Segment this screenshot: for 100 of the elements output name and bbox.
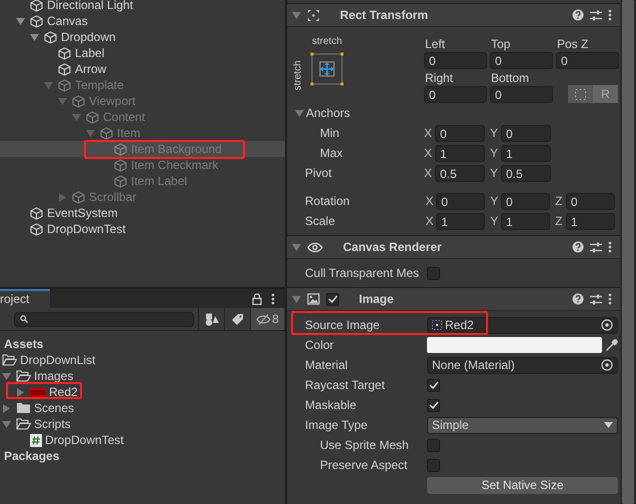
checkbox[interactable] [427, 458, 440, 472]
number-field[interactable]: 0 [566, 192, 615, 210]
axis-label: X [425, 194, 434, 208]
cube-icon [114, 142, 127, 156]
number-field[interactable]: 0 [490, 52, 553, 69]
axis-label: Y [490, 214, 500, 228]
component-header[interactable]: Canvas Renderer [287, 235, 620, 259]
axis-label: Y [490, 166, 500, 180]
object-picker-icon[interactable] [601, 319, 613, 331]
number-field[interactable]: 0 [501, 192, 550, 210]
menu-icon[interactable] [608, 9, 612, 21]
cube-icon [114, 158, 127, 172]
stretch-anchor-icon [309, 51, 345, 87]
checkbox[interactable] [427, 266, 440, 280]
number-field[interactable]: 0 [501, 124, 551, 142]
project-section[interactable]: Packages [0, 449, 60, 463]
expand-arrow-icon[interactable] [30, 32, 39, 42]
expand-arrow-icon[interactable] [86, 128, 95, 138]
project-item[interactable]: DropDownTest [45, 433, 124, 447]
hierarchy-item[interactable]: EventSystem [47, 206, 118, 220]
expand-arrow-icon[interactable] [292, 294, 301, 304]
expand-arrow-icon[interactable] [16, 16, 25, 26]
axis-label: Y [490, 126, 500, 140]
number-field[interactable]: 0 [424, 86, 487, 103]
component-header[interactable]: Image [287, 287, 620, 311]
number-field[interactable]: 0 [436, 192, 486, 210]
expand-arrow-icon[interactable] [44, 80, 53, 90]
anchor-preset-button[interactable]: stretch stretch [295, 36, 351, 98]
sprite-icon [30, 388, 46, 396]
hidden-count-button[interactable]: 8 [250, 308, 284, 330]
expand-arrow-icon[interactable] [58, 96, 67, 106]
project-tab[interactable]: roject [0, 289, 50, 308]
expand-arrow-icon[interactable] [2, 372, 11, 380]
hierarchy-item[interactable]: Canvas [47, 14, 88, 28]
expand-arrow-icon[interactable] [16, 388, 25, 396]
preset-icon[interactable] [590, 242, 602, 252]
dropdown[interactable]: Simple [427, 416, 618, 434]
project-item[interactable]: Red2 [49, 385, 78, 399]
search-field[interactable] [14, 312, 194, 326]
lock-icon[interactable] [252, 292, 262, 304]
number-field[interactable]: 0 [556, 52, 619, 69]
expand-arrow-icon[interactable] [2, 420, 11, 428]
scrollbar-thumb[interactable] [622, 0, 634, 504]
field-label: Pos Z [556, 36, 590, 52]
image-icon [307, 293, 320, 305]
number-field[interactable]: 0.5 [435, 164, 485, 182]
tag-icon [231, 312, 244, 326]
number-field[interactable]: 0 [490, 86, 553, 103]
set-native-size-button[interactable]: Set Native Size [427, 476, 618, 494]
expand-arrow-icon[interactable] [58, 192, 67, 202]
expand-arrow-icon[interactable] [292, 242, 301, 252]
blueprint-mode-button[interactable] [568, 85, 593, 103]
help-icon[interactable] [572, 9, 584, 21]
menu-icon[interactable] [271, 292, 275, 304]
hierarchy-item[interactable]: DropDownTest [47, 222, 126, 236]
hierarchy-item[interactable]: Label [75, 46, 104, 60]
object-field[interactable]: None (Material) [427, 356, 618, 374]
project-item[interactable]: Scripts [34, 417, 71, 431]
project-item[interactable]: Images [34, 369, 74, 383]
hierarchy-item[interactable]: Dropdown [61, 30, 116, 44]
preset-icon[interactable] [590, 294, 602, 304]
help-icon[interactable] [572, 241, 584, 253]
preset-icon[interactable] [590, 10, 602, 20]
foldout-label[interactable]: Anchors [306, 106, 350, 120]
number-field[interactable]: 0 [424, 52, 487, 69]
help-icon[interactable] [572, 293, 584, 305]
number-field[interactable]: 1 [501, 144, 551, 162]
checkbox[interactable] [427, 398, 440, 412]
project-item[interactable]: Scenes [34, 401, 74, 415]
project-section[interactable]: Assets [0, 337, 44, 351]
hierarchy-item[interactable]: Directional Light [47, 0, 134, 12]
number-field[interactable]: 1 [501, 212, 550, 230]
color-field[interactable] [427, 337, 602, 353]
object-field[interactable]: Red2 [427, 316, 618, 334]
project-item[interactable]: DropDownList [20, 353, 96, 367]
expand-arrow-icon[interactable] [72, 112, 81, 122]
checkbox[interactable] [427, 438, 440, 452]
property-label: Min [320, 126, 340, 140]
number-field[interactable]: 0 [435, 124, 485, 142]
rect-transform-icon [307, 8, 320, 22]
number-field[interactable]: 1 [435, 144, 485, 162]
property-label: Maskable [304, 398, 358, 412]
number-field[interactable]: 1 [566, 212, 615, 230]
shapes-icon [204, 312, 218, 326]
number-field[interactable]: 1 [436, 212, 486, 230]
object-picker-icon[interactable] [601, 359, 613, 371]
expand-arrow-icon[interactable] [295, 108, 304, 118]
hierarchy-item[interactable]: Arrow [75, 62, 106, 76]
checkbox[interactable] [427, 378, 440, 392]
number-field[interactable]: 0.5 [501, 164, 551, 182]
field-label: Bottom [490, 70, 530, 86]
menu-icon[interactable] [608, 293, 612, 305]
expand-arrow-icon[interactable] [2, 404, 11, 412]
eyedropper-icon[interactable] [605, 338, 618, 352]
enable-checkbox[interactable] [326, 292, 339, 306]
axis-label: Y [490, 146, 500, 160]
component-header[interactable]: Rect Transform [287, 3, 620, 27]
cube-icon [30, 0, 43, 12]
menu-icon[interactable] [608, 241, 612, 253]
expand-arrow-icon[interactable] [292, 10, 301, 20]
